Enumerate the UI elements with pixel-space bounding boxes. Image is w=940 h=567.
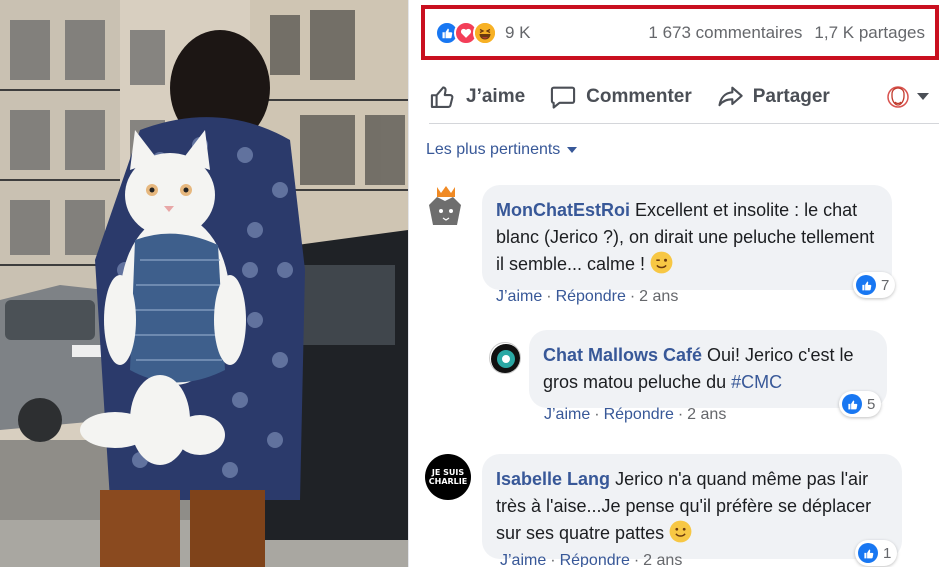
share-arrow-icon [718, 86, 743, 106]
like-button[interactable]: J’aime [429, 83, 525, 111]
comment-author[interactable]: Isabelle Lang [496, 469, 610, 489]
comment-reply-link[interactable]: Répondre [556, 288, 626, 305]
thumbs-up-icon [430, 85, 454, 108]
comment-reaction-count[interactable]: 5 [839, 391, 882, 417]
comment-sort-label: Les plus pertinents [426, 141, 561, 158]
wink-emoji-icon [650, 251, 673, 274]
cat-king-avatar-icon [429, 186, 461, 225]
comment-like-link[interactable]: J’aime [496, 288, 542, 305]
comments-count-link[interactable]: 1 673 commentaires [648, 23, 802, 43]
reactions-count[interactable]: 9 K [505, 23, 531, 43]
comment-sort-dropdown[interactable]: Les plus pertinents [426, 141, 578, 159]
comment-bubble: Chat Mallows Café Oui! Jerico c'est le g… [529, 330, 887, 408]
comment-like-link[interactable]: J’aime [544, 406, 590, 423]
comment-item: MonChatEstRoi Excellent et insolite : le… [425, 185, 940, 310]
cafe-logo-icon [491, 344, 520, 373]
like-reaction-icon [842, 394, 862, 414]
comment-timestamp[interactable]: 2 ans [687, 406, 726, 423]
photo-icon [0, 0, 408, 567]
comment-timestamp[interactable]: 2 ans [643, 552, 682, 567]
share-button[interactable]: Partager [716, 83, 830, 111]
shares-count-link[interactable]: 1,7 K partages [814, 23, 925, 43]
chevron-down-icon [567, 147, 578, 153]
share-button-label: Partager [752, 85, 830, 107]
comment-meta: J’aime · Répondre · 2 ans [544, 406, 727, 423]
reaction-icons[interactable] [435, 20, 497, 45]
comment-item: JE SUIS CHARLIE Isabelle Lang Jerico n'a… [425, 454, 940, 567]
hashtag-link[interactable]: #CMC [731, 372, 782, 392]
like-reaction-icon [856, 275, 876, 295]
identity-selector[interactable] [887, 84, 929, 110]
comment-author[interactable]: MonChatEstRoi [496, 200, 630, 220]
user-avatar-icon [887, 85, 909, 108]
like-reaction-icon [858, 543, 878, 563]
comment-button[interactable]: Commenter [549, 83, 692, 111]
haha-reaction-icon [473, 20, 497, 45]
comment-timestamp[interactable]: 2 ans [639, 288, 678, 305]
comment-author[interactable]: Chat Mallows Café [543, 345, 702, 365]
commenter-avatar[interactable] [489, 342, 521, 374]
comment-reaction-count[interactable]: 1 [855, 540, 898, 566]
comment-bubble-icon [551, 86, 576, 109]
reactions-summary: 9 K 1 673 commentaires 1,7 K partages [421, 5, 939, 60]
comment-like-link[interactable]: J’aime [500, 552, 546, 567]
post-actions: J’aime Commenter Partager [429, 70, 939, 124]
commenter-avatar[interactable]: JE SUIS CHARLIE [425, 454, 471, 500]
post-photo[interactable] [0, 0, 408, 567]
comment-meta: J’aime · Répondre · 2 ans [500, 552, 683, 567]
comment-bubble: MonChatEstRoi Excellent et insolite : le… [482, 185, 892, 290]
like-button-label: J’aime [466, 85, 526, 107]
comment-bubble: Isabelle Lang Jerico n'a quand même pas … [482, 454, 902, 559]
commenter-avatar[interactable] [425, 185, 467, 227]
comment-reply-link[interactable]: Répondre [560, 552, 630, 567]
smile-emoji-icon [669, 520, 692, 543]
comment-reaction-count[interactable]: 7 [853, 272, 896, 298]
je-suis-charlie-avatar: JE SUIS CHARLIE [428, 468, 468, 486]
comment-button-label: Commenter [586, 85, 692, 107]
comment-meta: J’aime · Répondre · 2 ans [496, 288, 679, 305]
post-engagement-panel: 9 K 1 673 commentaires 1,7 K partages J’… [408, 0, 940, 567]
comment-reply-link[interactable]: Répondre [604, 406, 674, 423]
chevron-down-icon [917, 93, 929, 100]
comment-reply-item: Chat Mallows Café Oui! Jerico c'est le g… [489, 330, 940, 430]
